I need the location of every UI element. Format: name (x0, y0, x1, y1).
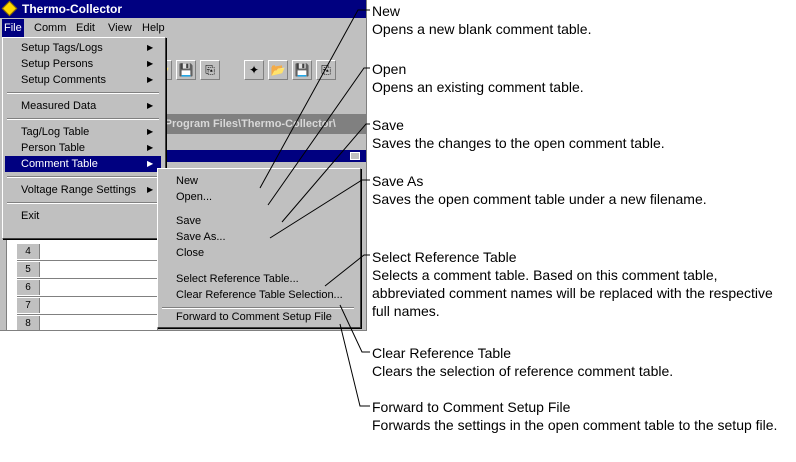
callout-new: New Opens a new blank comment table. (372, 2, 792, 38)
callout-description: Forwards the settings in the open commen… (372, 417, 778, 433)
callout-title: Clear Reference Table (372, 345, 512, 361)
callout-select-reference: Select Reference Table Selects a comment… (372, 248, 790, 320)
callout-description: Opens a new blank comment table. (372, 21, 592, 37)
callout-title: Select Reference Table (372, 249, 517, 265)
callout-description: Opens an existing comment table. (372, 79, 584, 95)
leader-save-as (269, 179, 370, 239)
callout-title: Save As (372, 173, 424, 189)
callout-title: Open (372, 61, 407, 77)
leader-select-reference (324, 254, 370, 287)
leader-new (259, 9, 370, 189)
callout-description: Selects a comment table. Based on this c… (372, 267, 773, 319)
callout-save-as: Save As Saves the open comment table und… (372, 172, 732, 208)
callout-description: Clears the selection of reference commen… (372, 363, 674, 379)
leader-save (281, 123, 370, 223)
leader-clear-reference (339, 304, 370, 353)
callout-save: Save Saves the changes to the open comme… (372, 116, 792, 152)
callout-title: Save (372, 117, 404, 133)
callout-description: Saves the changes to the open comment ta… (372, 135, 665, 151)
callout-clear-reference: Clear Reference Table Clears the selecti… (372, 344, 792, 380)
callout-open: Open Opens an existing comment table. (372, 60, 792, 96)
callout-title: Forward to Comment Setup File (372, 399, 571, 415)
callout-title: New (372, 3, 401, 19)
callout-forward: Forward to Comment Setup File Forwards t… (372, 398, 790, 434)
callout-description: Saves the open comment table under a new… (372, 191, 707, 207)
